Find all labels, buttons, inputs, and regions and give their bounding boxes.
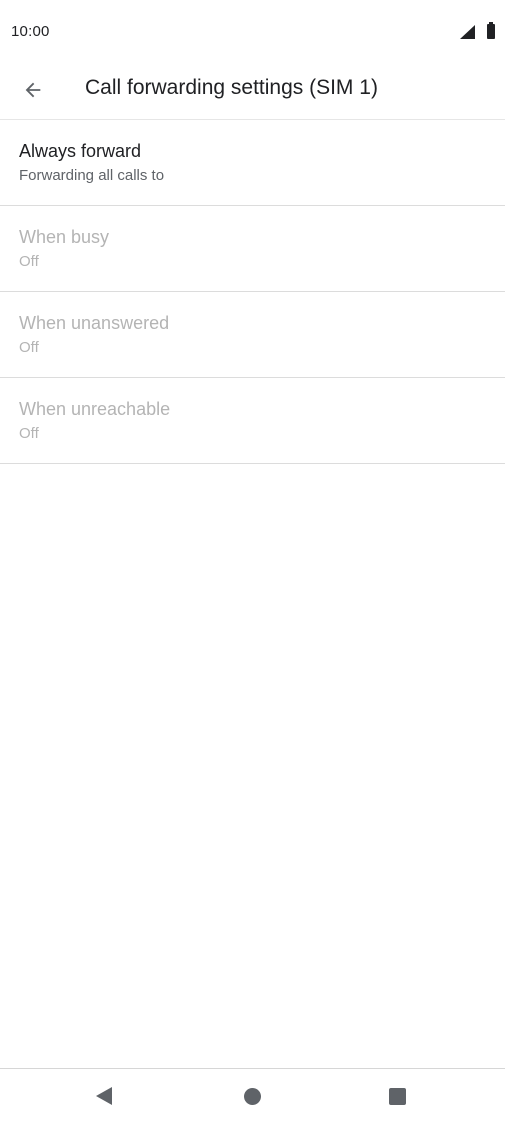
nav-recents-icon[interactable]	[389, 1088, 406, 1105]
setting-summary: Off	[19, 253, 39, 270]
nav-home-icon[interactable]	[244, 1088, 261, 1105]
signal-icon	[460, 25, 475, 39]
setting-when-unanswered: When unanswered Off	[0, 292, 505, 378]
arrow-back-icon	[25, 82, 41, 98]
setting-title: Always forward	[19, 141, 142, 161]
setting-summary: Off	[19, 425, 39, 442]
setting-summary: Off	[19, 339, 39, 356]
page-title: Call forwarding settings (SIM 1)	[85, 76, 378, 99]
navigation-bar	[0, 1068, 505, 1124]
screen: 10:00 Call forwarding settings (SIM 1) A…	[0, 0, 505, 1124]
setting-title: When busy	[19, 227, 110, 247]
setting-title: When unanswered	[19, 313, 170, 333]
setting-when-unreachable: When unreachable Off	[0, 378, 505, 464]
settings-list: Always forward Forwarding all calls to W…	[0, 120, 505, 464]
setting-when-busy: When busy Off	[0, 206, 505, 292]
back-button[interactable]	[14, 71, 52, 109]
setting-always-forward[interactable]: Always forward Forwarding all calls to	[0, 120, 505, 206]
app-bar: Call forwarding settings (SIM 1)	[0, 62, 505, 120]
nav-back-icon[interactable]	[96, 1086, 116, 1108]
setting-summary: Forwarding all calls to	[19, 167, 165, 184]
battery-icon	[487, 22, 495, 39]
setting-title: When unreachable	[19, 399, 171, 419]
status-time: 10:00	[11, 23, 50, 40]
status-bar: 10:00	[0, 0, 505, 62]
